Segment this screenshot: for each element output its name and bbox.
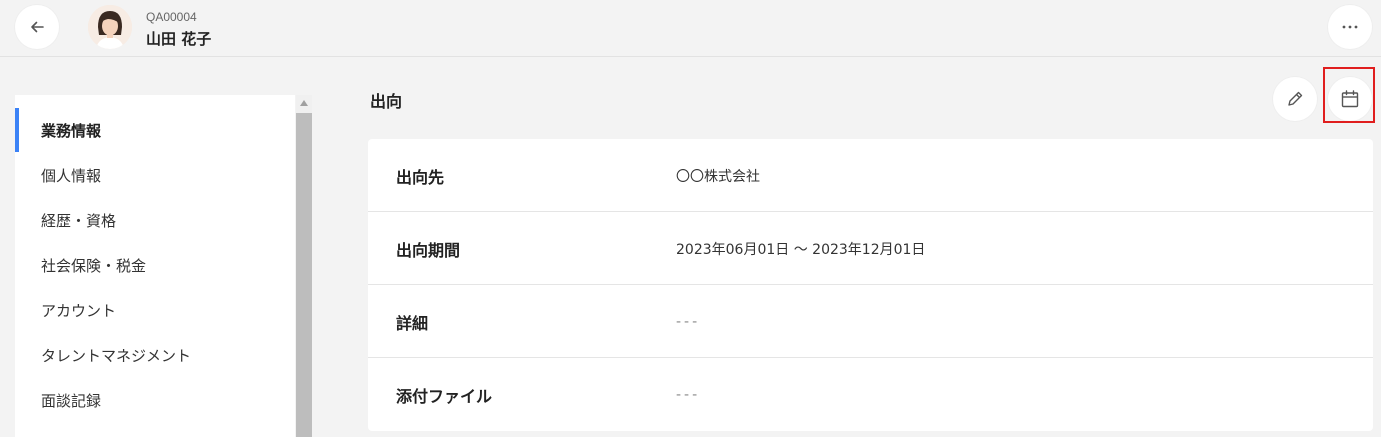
sidebar-item-interview-records[interactable]: 面談記録 (15, 378, 295, 422)
sidebar-item-label: 経歴・資格 (41, 211, 117, 230)
detail-row-period: 出向期間 2023年06月01日 〜 2023年12月01日 (368, 212, 1373, 285)
sidebar-nav: 業務情報 個人情報 経歴・資格 社会保険・税金 アカウント タレントマネジメント… (15, 95, 295, 437)
sidebar-item-label: 個人情報 (41, 166, 102, 185)
detail-label: 出向先 (396, 167, 445, 187)
edit-button[interactable] (1273, 77, 1317, 121)
sidebar-item-insurance-tax[interactable]: 社会保険・税金 (15, 243, 295, 287)
employee-id: QA00004 (146, 10, 197, 24)
more-horizontal-icon (1342, 25, 1358, 29)
detail-label: 添付ファイル (396, 386, 493, 406)
sidebar-item-talent-management[interactable]: タレントマネジメント (15, 333, 295, 377)
section-title: 出向 (370, 92, 403, 111)
highlight-annotation (1323, 67, 1375, 123)
sidebar-item-label: タレントマネジメント (41, 346, 192, 365)
detail-row-description: 詳細 --- (368, 285, 1373, 358)
details-card: 出向先 〇〇株式会社 出向期間 2023年06月01日 〜 2023年12月01… (368, 139, 1373, 431)
active-indicator (15, 108, 19, 152)
avatar (88, 5, 132, 49)
sidebar-item-personal-info[interactable]: 個人情報 (15, 153, 295, 197)
detail-row-destination: 出向先 〇〇株式会社 (368, 139, 1373, 212)
sidebar-item-account[interactable]: アカウント (15, 288, 295, 332)
sidebar-item-label: 業務情報 (41, 121, 102, 140)
detail-value: --- (676, 386, 701, 403)
employee-name: 山田 花子 (146, 30, 212, 48)
back-button[interactable] (15, 5, 59, 49)
detail-value: 2023年06月01日 〜 2023年12月01日 (676, 241, 926, 258)
sidebar-item-career[interactable]: 経歴・資格 (15, 198, 295, 242)
sidebar-item-label: 社会保険・税金 (41, 256, 147, 275)
sidebar-scrollbar[interactable] (296, 95, 312, 437)
detail-value: --- (676, 313, 701, 330)
detail-label: 出向期間 (396, 240, 461, 260)
more-button[interactable] (1328, 5, 1372, 49)
detail-label: 詳細 (396, 313, 429, 333)
sidebar-item-business-info[interactable]: 業務情報 (15, 108, 295, 152)
sidebar-item-label: 面談記録 (41, 391, 102, 410)
scrollbar-thumb[interactable] (296, 113, 312, 437)
top-bar: QA00004 山田 花子 (0, 0, 1381, 57)
scroll-up-arrow-icon[interactable] (296, 95, 312, 111)
pencil-icon (1288, 91, 1303, 106)
detail-row-attachments: 添付ファイル --- (368, 358, 1373, 431)
detail-value: 〇〇株式会社 (676, 168, 760, 185)
arrow-left-icon (31, 21, 44, 33)
sidebar-item-label: アカウント (41, 301, 117, 320)
